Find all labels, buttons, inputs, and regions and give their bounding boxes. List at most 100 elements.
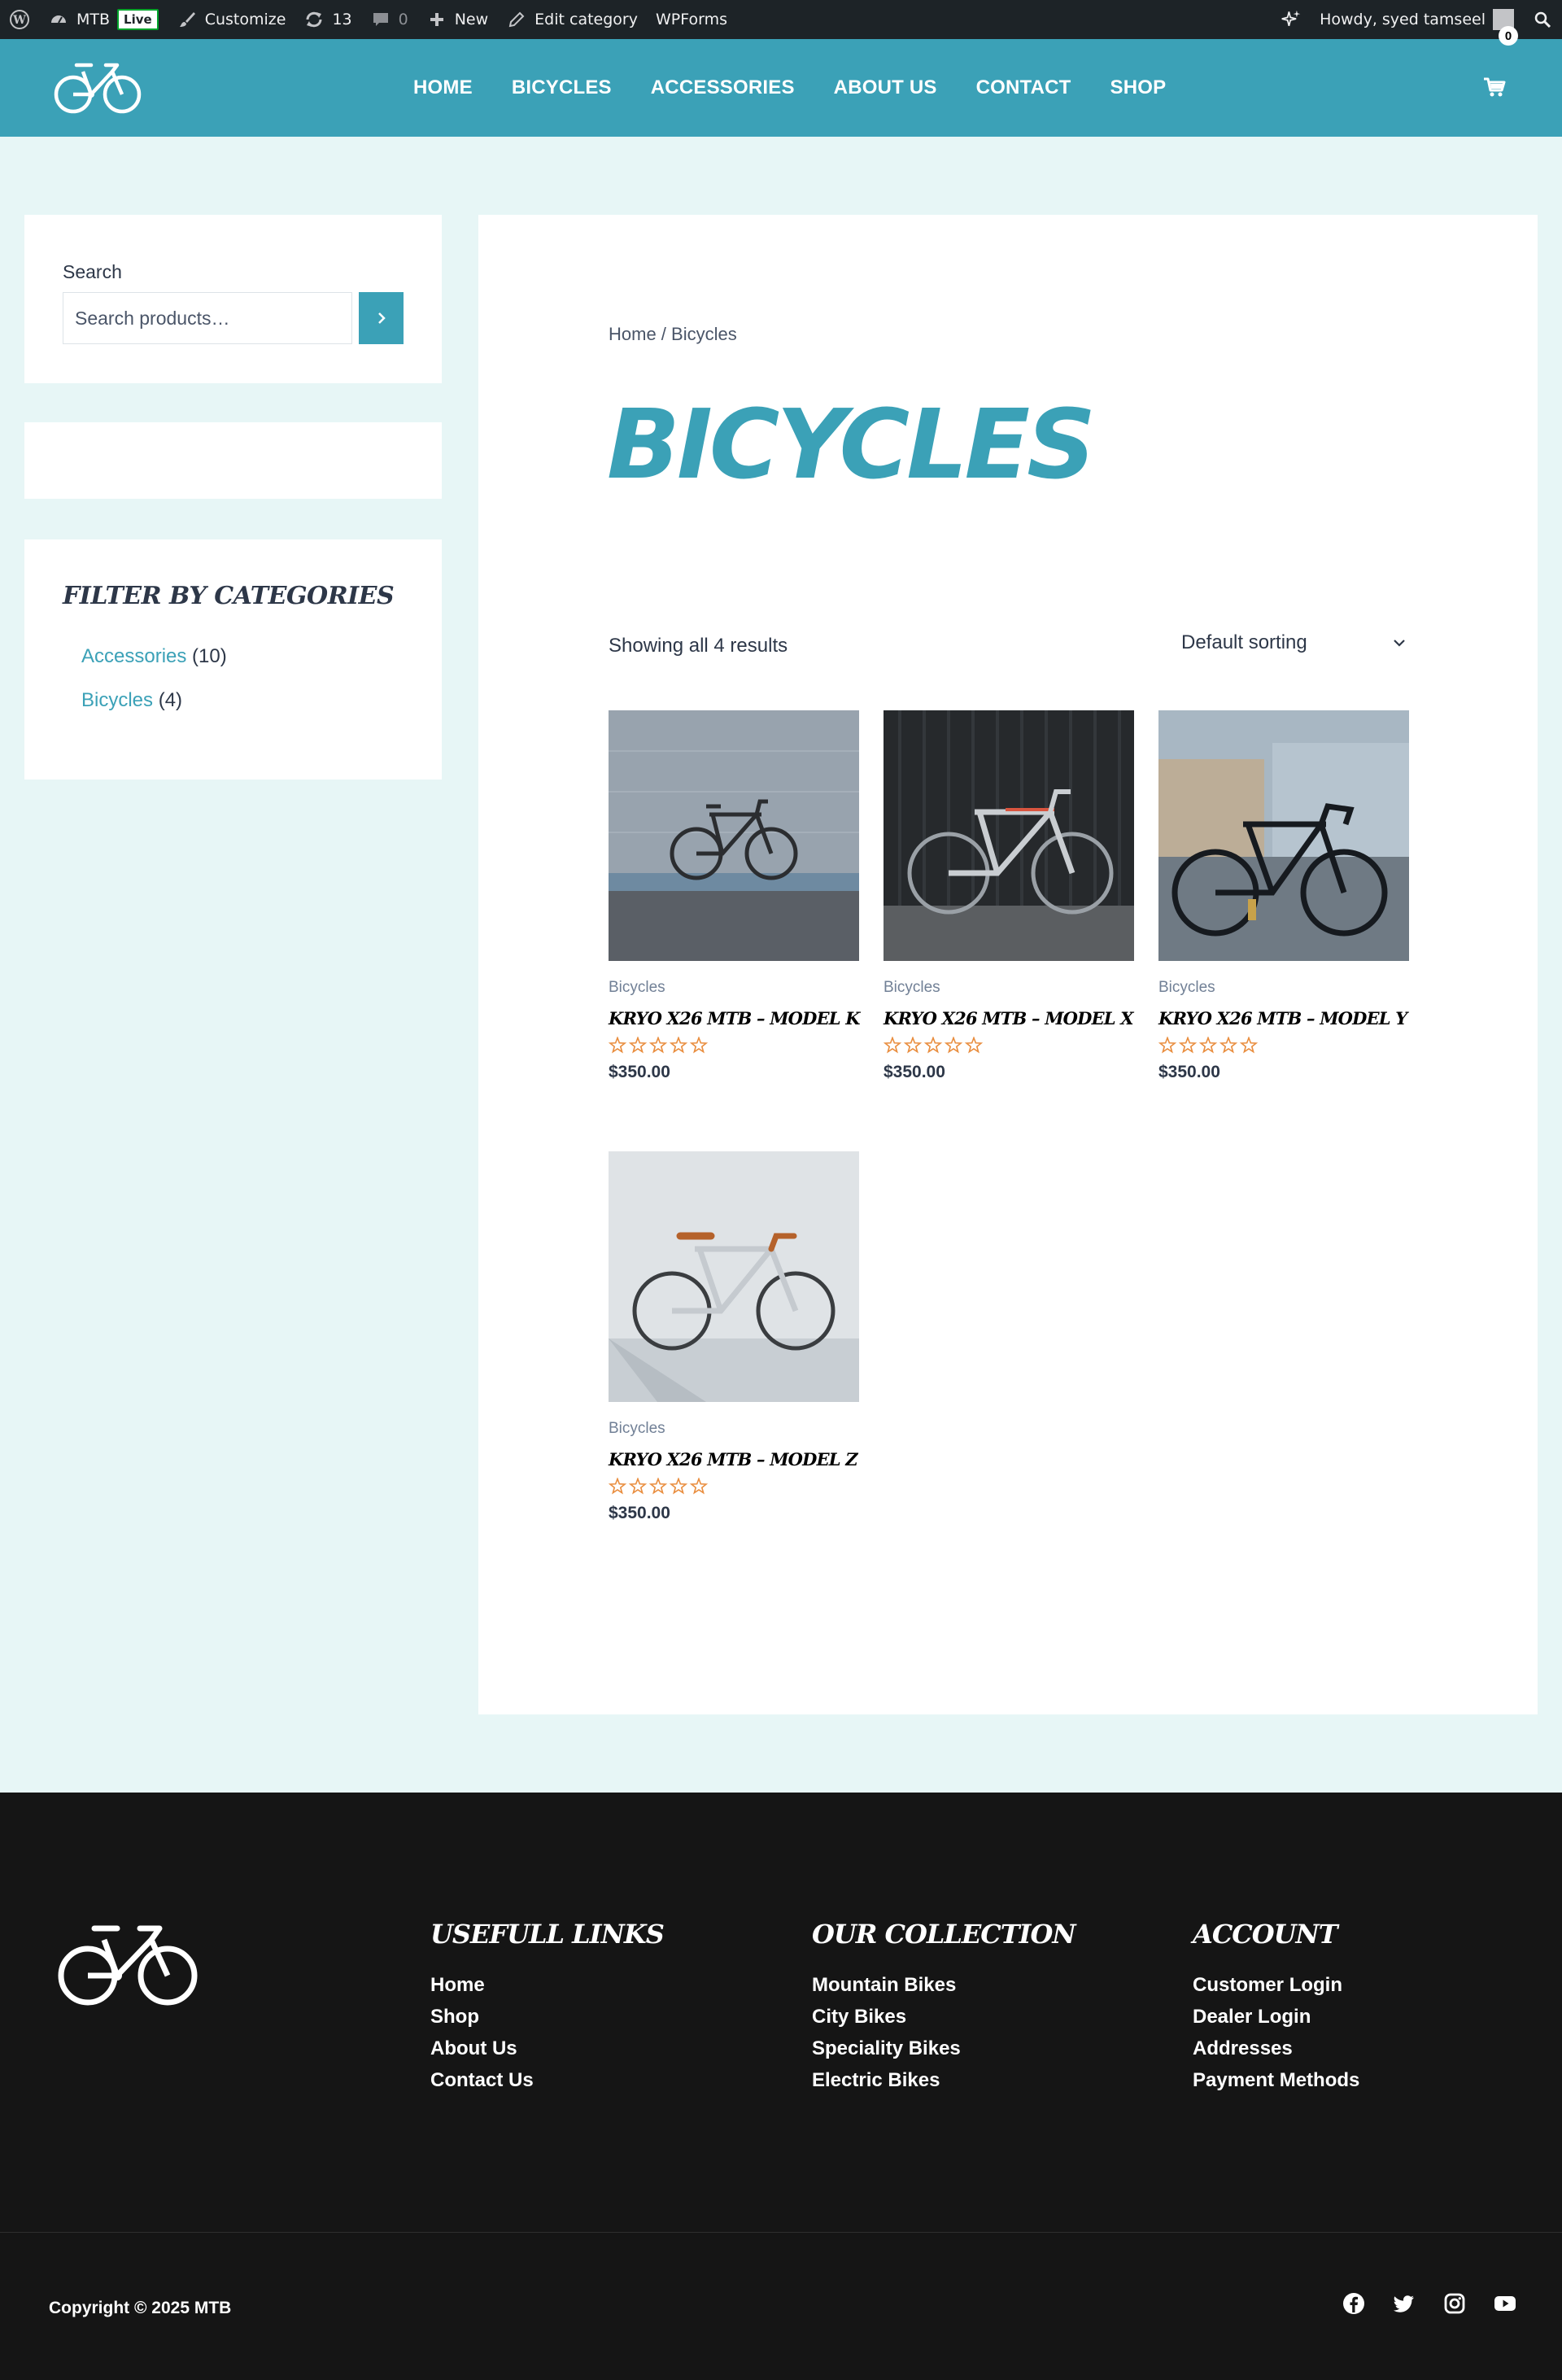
star-icon: [608, 1036, 627, 1054]
admin-search-button[interactable]: [1523, 0, 1562, 39]
footer-link[interactable]: City Bikes: [812, 2006, 1076, 2028]
footer-link[interactable]: Speciality Bikes: [812, 2037, 1076, 2059]
comments-link[interactable]: 0: [361, 0, 417, 39]
breadcrumb: Home / Bicycles: [609, 324, 737, 344]
refresh-icon: [303, 9, 325, 30]
footer-link[interactable]: Payment Methods: [1193, 2069, 1359, 2091]
star-icon: [669, 1036, 688, 1054]
search-icon: [1532, 9, 1553, 30]
twitter-icon[interactable]: [1393, 2292, 1416, 2315]
new-content-link[interactable]: New: [417, 0, 497, 39]
star-rating: [883, 1036, 1134, 1055]
footer-link[interactable]: Contact Us: [430, 2069, 664, 2091]
star-icon: [1219, 1036, 1238, 1054]
footer-link[interactable]: Home: [430, 1974, 664, 1996]
dashboard-icon: [48, 9, 69, 30]
cart-count-badge: 0: [1499, 26, 1518, 46]
site-logo[interactable]: [54, 57, 142, 116]
instagram-icon[interactable]: [1443, 2292, 1466, 2315]
sparkle-icon: [1281, 9, 1302, 30]
footer-divider: [0, 2232, 1562, 2233]
product-title[interactable]: KRYO X26 MTB – MODEL X: [884, 1008, 1134, 1028]
edit-category-link[interactable]: Edit category: [497, 0, 647, 39]
star-rating: [608, 1477, 859, 1496]
star-icon: [648, 1036, 668, 1054]
chevron-right-icon: [377, 312, 386, 324]
cart-button[interactable]: [1482, 75, 1507, 99]
nav-about-us[interactable]: ABOUT US: [834, 76, 937, 99]
footer-column-collection: OUR COLLECTION Mountain Bikes City Bikes…: [812, 1919, 1076, 2101]
plus-icon: [426, 9, 447, 30]
ai-assistant-button[interactable]: [1272, 0, 1311, 39]
star-icon: [689, 1477, 709, 1495]
comments-count: 0: [398, 11, 408, 28]
footer-link[interactable]: Addresses: [1193, 2037, 1359, 2059]
svg-text:W: W: [12, 14, 26, 27]
product-title[interactable]: KRYO X26 MTB – MODEL Y: [1158, 1008, 1409, 1028]
nav-shop[interactable]: SHOP: [1110, 76, 1167, 99]
star-icon: [1239, 1036, 1259, 1054]
live-badge: Live: [117, 9, 159, 30]
product-category: Bicycles: [609, 979, 665, 996]
search-submit-button[interactable]: [359, 292, 404, 344]
main-content: Home / Bicycles BICYCLES Showing all 4 r…: [478, 215, 1538, 1714]
star-icon: [628, 1477, 648, 1495]
product-image[interactable]: [609, 710, 859, 961]
result-count: Showing all 4 results: [609, 635, 788, 657]
wordpress-menu[interactable]: W: [0, 0, 39, 39]
updates-count: 13: [332, 11, 352, 28]
footer-link[interactable]: About Us: [430, 2037, 664, 2059]
site-name-menu[interactable]: MTB Live: [39, 0, 168, 39]
footer-link[interactable]: Mountain Bikes: [812, 1974, 1076, 1996]
category-link-accessories[interactable]: Accessories: [81, 645, 186, 667]
star-icon: [903, 1036, 923, 1054]
nav-accessories[interactable]: ACCESSORIES: [651, 76, 795, 99]
footer-column-title: USEFULL LINKS: [430, 1919, 665, 1950]
customize-link[interactable]: Customize: [168, 0, 295, 39]
star-icon: [1158, 1036, 1177, 1054]
category-filter-widget: Filter by Categories Accessories (10) Bi…: [24, 539, 442, 780]
product-price: $350.00: [609, 1504, 670, 1522]
star-icon: [1198, 1036, 1218, 1054]
star-icon: [628, 1036, 648, 1054]
star-icon: [923, 1036, 943, 1054]
wpforms-link[interactable]: WPForms: [647, 0, 736, 39]
product-card[interactable]: Bicycles KRYO X26 MTB – MODEL K $350.00: [608, 710, 861, 1082]
footer-column-title: ACCOUNT: [1193, 1919, 1338, 1950]
brush-icon: [177, 9, 198, 30]
product-title[interactable]: KRYO X26 MTB – MODEL Z: [609, 1449, 859, 1469]
footer-link[interactable]: Dealer Login: [1193, 2006, 1359, 2028]
nav-contact[interactable]: CONTACT: [976, 76, 1071, 99]
facebook-icon[interactable]: [1342, 2292, 1365, 2315]
product-card[interactable]: Bicycles KRYO X26 MTB – MODEL Y $350.00: [1158, 710, 1409, 1082]
star-rating: [1158, 1036, 1409, 1055]
wordpress-icon: W: [9, 9, 30, 30]
footer-link[interactable]: Customer Login: [1193, 1974, 1359, 1996]
search-widget: Search: [24, 215, 442, 383]
updates-link[interactable]: 13: [295, 0, 360, 39]
product-image[interactable]: [884, 710, 1134, 961]
footer-link[interactable]: Shop: [430, 2006, 664, 2028]
product-image[interactable]: [1158, 710, 1409, 961]
filter-title: Filter by Categories: [63, 582, 395, 610]
site-name: MTB: [76, 11, 111, 28]
product-image[interactable]: [609, 1151, 859, 1402]
account-menu[interactable]: Howdy, syed tamseel: [1311, 0, 1523, 39]
footer-link[interactable]: Electric Bikes: [812, 2069, 1076, 2091]
copyright: Copyright © 2025 MTB: [49, 2299, 232, 2317]
product-card[interactable]: Bicycles KRYO X26 MTB – MODEL X $350.00: [883, 710, 1134, 1082]
category-link-bicycles[interactable]: Bicycles: [81, 689, 153, 711]
nav-bicycles[interactable]: BICYCLES: [512, 76, 612, 99]
footer-logo[interactable]: [57, 1917, 199, 2007]
category-item: Bicycles (4): [81, 689, 182, 712]
youtube-icon[interactable]: [1494, 2292, 1516, 2315]
bicycle-logo-icon: [58, 1925, 198, 2006]
product-card[interactable]: Bicycles KRYO X26 MTB – MODEL Z $350.00: [608, 1151, 859, 1523]
sorting-select[interactable]: Default sorting: [1181, 618, 1412, 667]
nav-home[interactable]: HOME: [413, 76, 473, 99]
edit-category-label: Edit category: [534, 11, 638, 28]
search-input[interactable]: [63, 292, 352, 344]
pencil-icon: [506, 9, 527, 30]
star-icon: [944, 1036, 963, 1054]
product-title[interactable]: KRYO X26 MTB – MODEL K: [609, 1008, 861, 1028]
